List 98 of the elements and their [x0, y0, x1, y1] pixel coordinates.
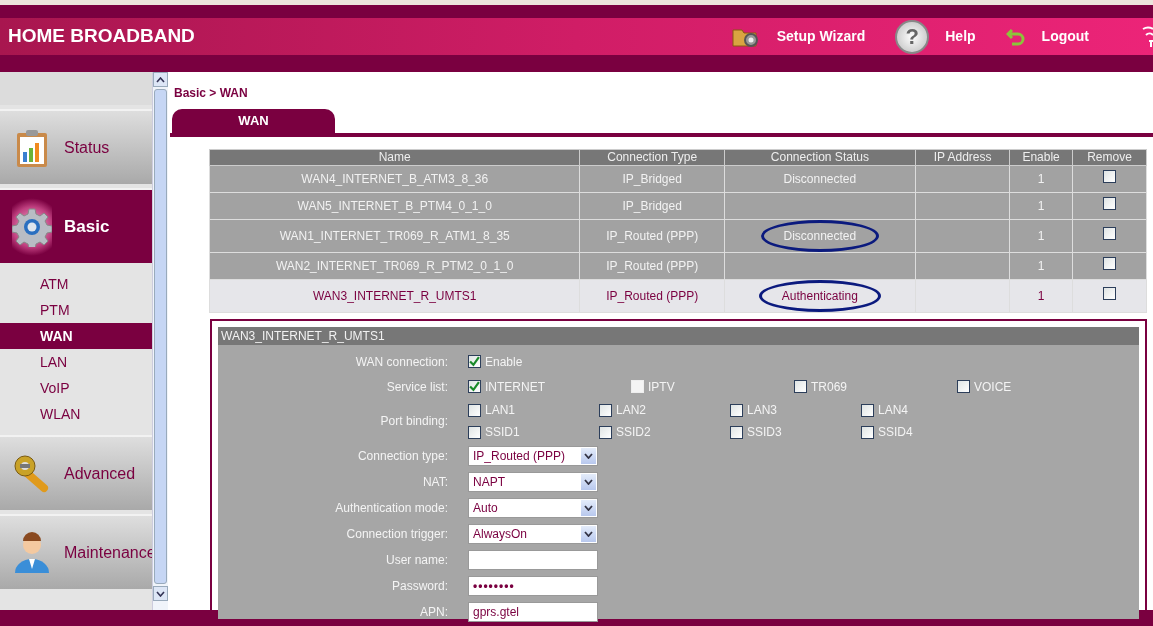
chevron-down-icon: [584, 479, 593, 485]
status-text: Disconnected: [783, 172, 857, 186]
wizard-icon: [732, 29, 758, 47]
checkbox-label: INTERNET: [485, 378, 545, 396]
input-field[interactable]: gprs.gtel: [468, 602, 598, 622]
sidebar-menu-item[interactable]: Advanced: [0, 435, 152, 510]
dropdown[interactable]: AlwaysOn: [468, 524, 598, 544]
brand-title: HOME BROADBAND: [7, 24, 195, 49]
chevron-down-icon: [584, 531, 593, 537]
checkbox[interactable]: [468, 425, 481, 439]
submenu-item[interactable]: WAN: [0, 323, 152, 349]
wizard-link[interactable]: Setup Wizard: [776, 26, 866, 47]
submenu-item[interactable]: ATM: [0, 271, 152, 297]
logout-link[interactable]: Logout: [1041, 26, 1089, 47]
table-cell: WAN3_INTERNET_R_UMTS1: [209, 279, 580, 313]
status-text: Authenticating: [781, 289, 858, 303]
remove-checkbox[interactable]: [1102, 287, 1116, 300]
chevron-up-icon[interactable]: [156, 76, 165, 83]
checkbox[interactable]: [861, 403, 874, 417]
column-header: Connection Type: [579, 149, 725, 166]
field-label: APN:: [419, 604, 449, 621]
sidebar-menu-item[interactable]: Maintenance: [0, 514, 152, 589]
field-label: NAT:: [421, 474, 449, 491]
field-label: Connection type:: [356, 448, 449, 465]
checkbox[interactable]: [468, 403, 481, 417]
checkbox[interactable]: [957, 380, 970, 393]
checkbox-label: Enable: [485, 353, 523, 371]
remove-checkbox[interactable]: [1102, 227, 1116, 240]
submenu-item[interactable]: LAN: [0, 349, 152, 375]
chevron-down-icon[interactable]: [156, 590, 165, 597]
remove-checkbox[interactable]: [1102, 257, 1116, 270]
submenu-item[interactable]: PTM: [0, 297, 152, 323]
sidebar-menu-item[interactable]: Basic: [0, 188, 152, 263]
panel-title: WAN3_INTERNET_R_UMTS1: [218, 327, 1139, 345]
checkbox[interactable]: [730, 425, 743, 439]
field-label: WAN connection:: [354, 353, 449, 371]
remove-checkbox[interactable]: [1102, 197, 1116, 210]
checkbox-label: LAN1: [485, 402, 516, 419]
table-cell: IP_Bridged: [579, 192, 725, 220]
checkbox-label: LAN4: [878, 402, 909, 419]
checkbox-label: TR069: [811, 378, 848, 396]
chevron-down-icon: [584, 453, 593, 459]
field-label: Password:: [390, 578, 449, 595]
input-field[interactable]: [468, 550, 598, 570]
column-header: Remove: [1072, 149, 1147, 166]
chart-clipboard-icon: [15, 127, 49, 168]
sidebar-menu-item[interactable]: Status: [0, 109, 152, 184]
checkbox[interactable]: [599, 403, 612, 417]
checkbox[interactable]: [468, 380, 481, 393]
remove-checkbox[interactable]: [1102, 170, 1116, 183]
checkbox-label: SSID3: [747, 424, 782, 441]
status-text: Disconnected: [783, 229, 857, 243]
column-header: IP Address: [915, 149, 1010, 166]
password-field[interactable]: ••••••••: [468, 576, 598, 596]
checkbox-label: SSID4: [878, 424, 913, 441]
column-header: Enable: [1009, 149, 1073, 166]
checkbox-label: LAN2: [616, 402, 647, 419]
field-label: User name:: [384, 552, 449, 569]
dropdown[interactable]: NAPT: [468, 472, 598, 492]
help-icon[interactable]: ?: [895, 19, 930, 54]
table-cell: IP_Routed (PPP): [579, 279, 725, 313]
field-label: Connection trigger:: [345, 526, 449, 543]
person-icon: [12, 530, 52, 575]
submenu-item[interactable]: WLAN: [0, 401, 152, 427]
dropdown[interactable]: Auto: [468, 498, 598, 518]
checkbox[interactable]: [794, 380, 807, 393]
checkbox-label: IPTV: [648, 378, 675, 396]
table-cell: IP_Bridged: [579, 165, 725, 193]
table-cell: WAN5_INTERNET_B_PTM4_0_1_0: [209, 192, 580, 220]
table-cell: 1: [1009, 219, 1073, 253]
field-label: Authentication mode:: [334, 500, 449, 517]
table-cell: IP_Routed (PPP): [579, 252, 725, 280]
table-cell: WAN2_INTERNET_TR069_R_PTM2_0_1_0: [209, 252, 580, 280]
checkbox[interactable]: [599, 425, 612, 439]
table-cell: 1: [1009, 279, 1073, 313]
tab[interactable]: WAN: [172, 109, 335, 133]
column-header: Name: [209, 149, 580, 166]
column-header: Connection Status: [724, 149, 916, 166]
submenu-item[interactable]: VoIP: [0, 375, 152, 401]
dropdown[interactable]: IP_Routed (PPP): [468, 446, 598, 466]
table-cell: WAN1_INTERNET_TR069_R_ATM1_8_35: [209, 219, 580, 253]
checkbox-label: VOICE: [974, 378, 1012, 396]
breadcrumb: Basic > WAN: [173, 85, 249, 102]
field-label: Port binding:: [379, 413, 449, 430]
checkbox-label: SSID2: [616, 424, 651, 441]
table-cell: WAN4_INTERNET_B_ATM3_8_36: [209, 165, 580, 193]
table-cell: IP_Routed (PPP): [579, 219, 725, 253]
checkbox[interactable]: [730, 403, 743, 417]
checkbox[interactable]: [861, 425, 874, 439]
chevron-down-icon: [584, 505, 593, 511]
field-label: Service list:: [385, 378, 449, 396]
checkbox[interactable]: [468, 355, 481, 368]
help-link[interactable]: Help: [945, 26, 976, 47]
gear-icon: [12, 206, 52, 247]
table-row[interactable]: WAN3_INTERNET_R_UMTS1 IP_Routed (PPP) Authenticating 1: [209, 279, 1147, 313]
scrollbar[interactable]: [152, 72, 168, 610]
checkbox-label: SSID1: [485, 424, 520, 441]
checkbox-label: LAN3: [747, 402, 778, 419]
